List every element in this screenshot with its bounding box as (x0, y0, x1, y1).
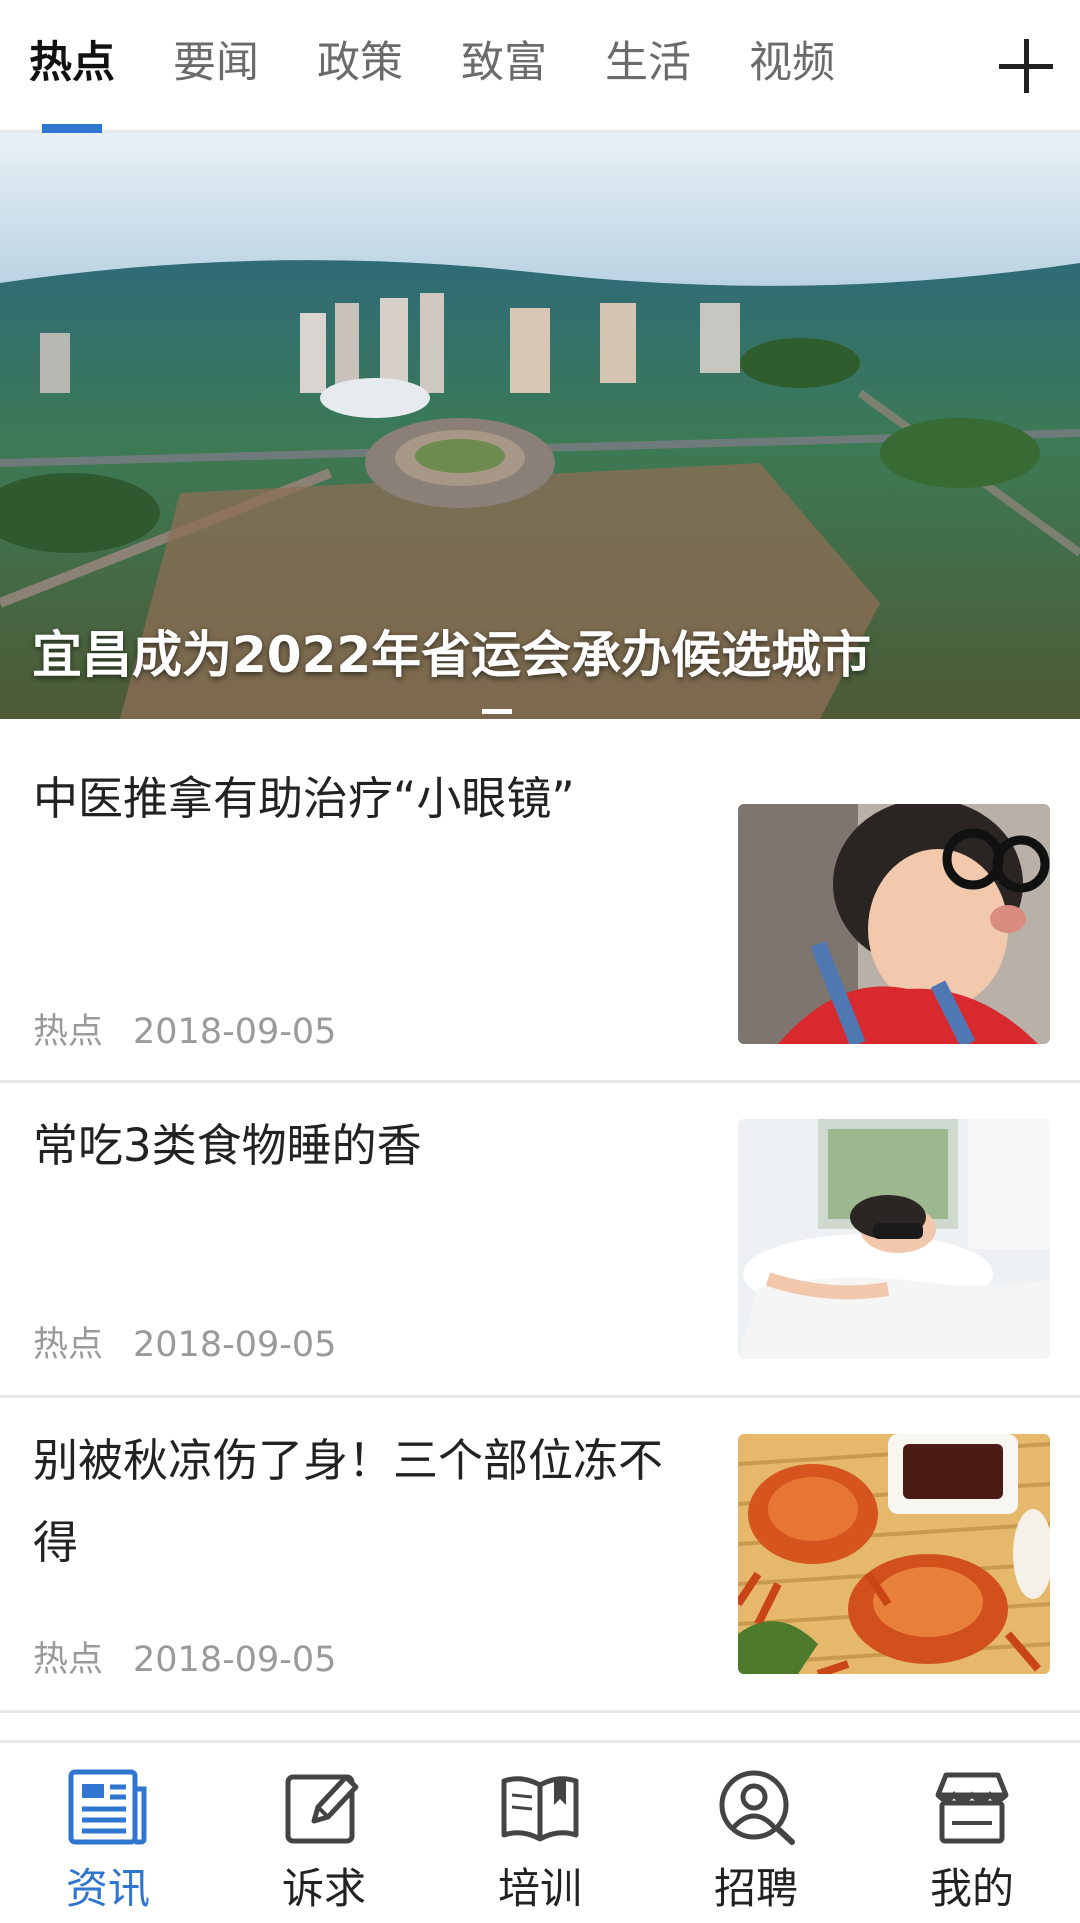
news-thumbnail (738, 804, 1050, 1044)
tab-wealth[interactable]: 致富 (432, 0, 576, 130)
top-tab-bar: 热点 要闻 政策 致富 生活 视频 (0, 0, 1080, 133)
carousel-indicator (482, 709, 512, 714)
news-item[interactable]: 别被秋凉伤了身！三个部位冻不得 热点 2018-09-05 (0, 1398, 1080, 1713)
news-meta: 热点 2018-09-05 (33, 1631, 336, 1682)
nav-label: 我的 (929, 1864, 1014, 1913)
news-meta: 热点 2018-09-05 (33, 1316, 336, 1367)
news-title: 常吃3类食物睡的香 (33, 1119, 422, 1172)
nav-item-news[interactable]: 资讯 (0, 1743, 216, 1923)
banner-title: 宜昌成为2022年省运会承办候选城市 (32, 626, 872, 684)
nav-label: 招聘 (713, 1864, 798, 1913)
news-item[interactable]: 中医推拿有助治疗“小眼镜” 热点 2018-09-05 (0, 720, 1080, 1083)
banner-carousel[interactable]: 宜昌成为2022年省运会承办候选城市 (0, 133, 1080, 719)
search-person-icon (719, 1770, 795, 1845)
tab-video[interactable]: 视频 (720, 0, 864, 130)
news-meta: 热点 2018-09-05 (33, 1003, 336, 1054)
tab-label: 要闻 (173, 38, 259, 88)
tab-policy[interactable]: 政策 (288, 0, 432, 130)
book-icon (501, 1776, 579, 1842)
tab-label: 视频 (749, 38, 835, 88)
news-date: 2018-09-05 (133, 1640, 337, 1680)
news-list: 中医推拿有助治疗“小眼镜” 热点 2018-09-05 常吃3类食物睡的香 热点 2… (0, 720, 1080, 1713)
news-date: 2018-09-05 (133, 1325, 337, 1365)
edit-icon (285, 1774, 359, 1844)
nav-item-requests[interactable]: 诉求 (216, 1743, 432, 1923)
tab-label: 生活 (605, 38, 691, 88)
news-item[interactable]: 常吃3类食物睡的香 热点 2018-09-05 (0, 1083, 1080, 1398)
tab-life[interactable]: 生活 (576, 0, 720, 130)
category-tabs: 热点 要闻 政策 致富 生活 视频 (0, 0, 864, 133)
tab-label: 政策 (317, 38, 403, 88)
sleeping-woman-image (738, 1119, 1050, 1359)
bottom-navigation: 资讯 诉求 培训 招聘 我的 (0, 1740, 1080, 1923)
nav-label: 资讯 (65, 1864, 150, 1913)
nav-item-mine[interactable]: 我的 (864, 1743, 1080, 1923)
news-category: 热点 (33, 1012, 104, 1052)
news-category: 热点 (33, 1325, 104, 1365)
store-icon (935, 1772, 1009, 1844)
news-icon (68, 1769, 147, 1845)
nav-item-training[interactable]: 培训 (432, 1743, 648, 1923)
nav-label: 培训 (497, 1864, 582, 1913)
tab-label: 致富 (461, 38, 547, 88)
nav-item-jobs[interactable]: 招聘 (648, 1743, 864, 1923)
nav-label: 诉求 (281, 1864, 366, 1913)
tab-headlines[interactable]: 要闻 (144, 0, 288, 130)
girl-with-glasses-image (738, 804, 1050, 1044)
plus-icon[interactable] (990, 30, 1062, 102)
tab-hot[interactable]: 热点 (0, 0, 144, 133)
active-tab-indicator (42, 124, 102, 133)
news-thumbnail (738, 1434, 1050, 1674)
crabs-image (738, 1434, 1050, 1674)
news-date: 2018-09-05 (133, 1012, 337, 1052)
news-title: 中医推拿有助治疗“小眼镜” (33, 772, 575, 825)
news-title: 别被秋凉伤了身！三个部位冻不得 (33, 1434, 664, 1569)
news-category: 热点 (33, 1640, 104, 1680)
news-thumbnail (738, 1119, 1050, 1359)
tab-label: 热点 (29, 38, 115, 88)
